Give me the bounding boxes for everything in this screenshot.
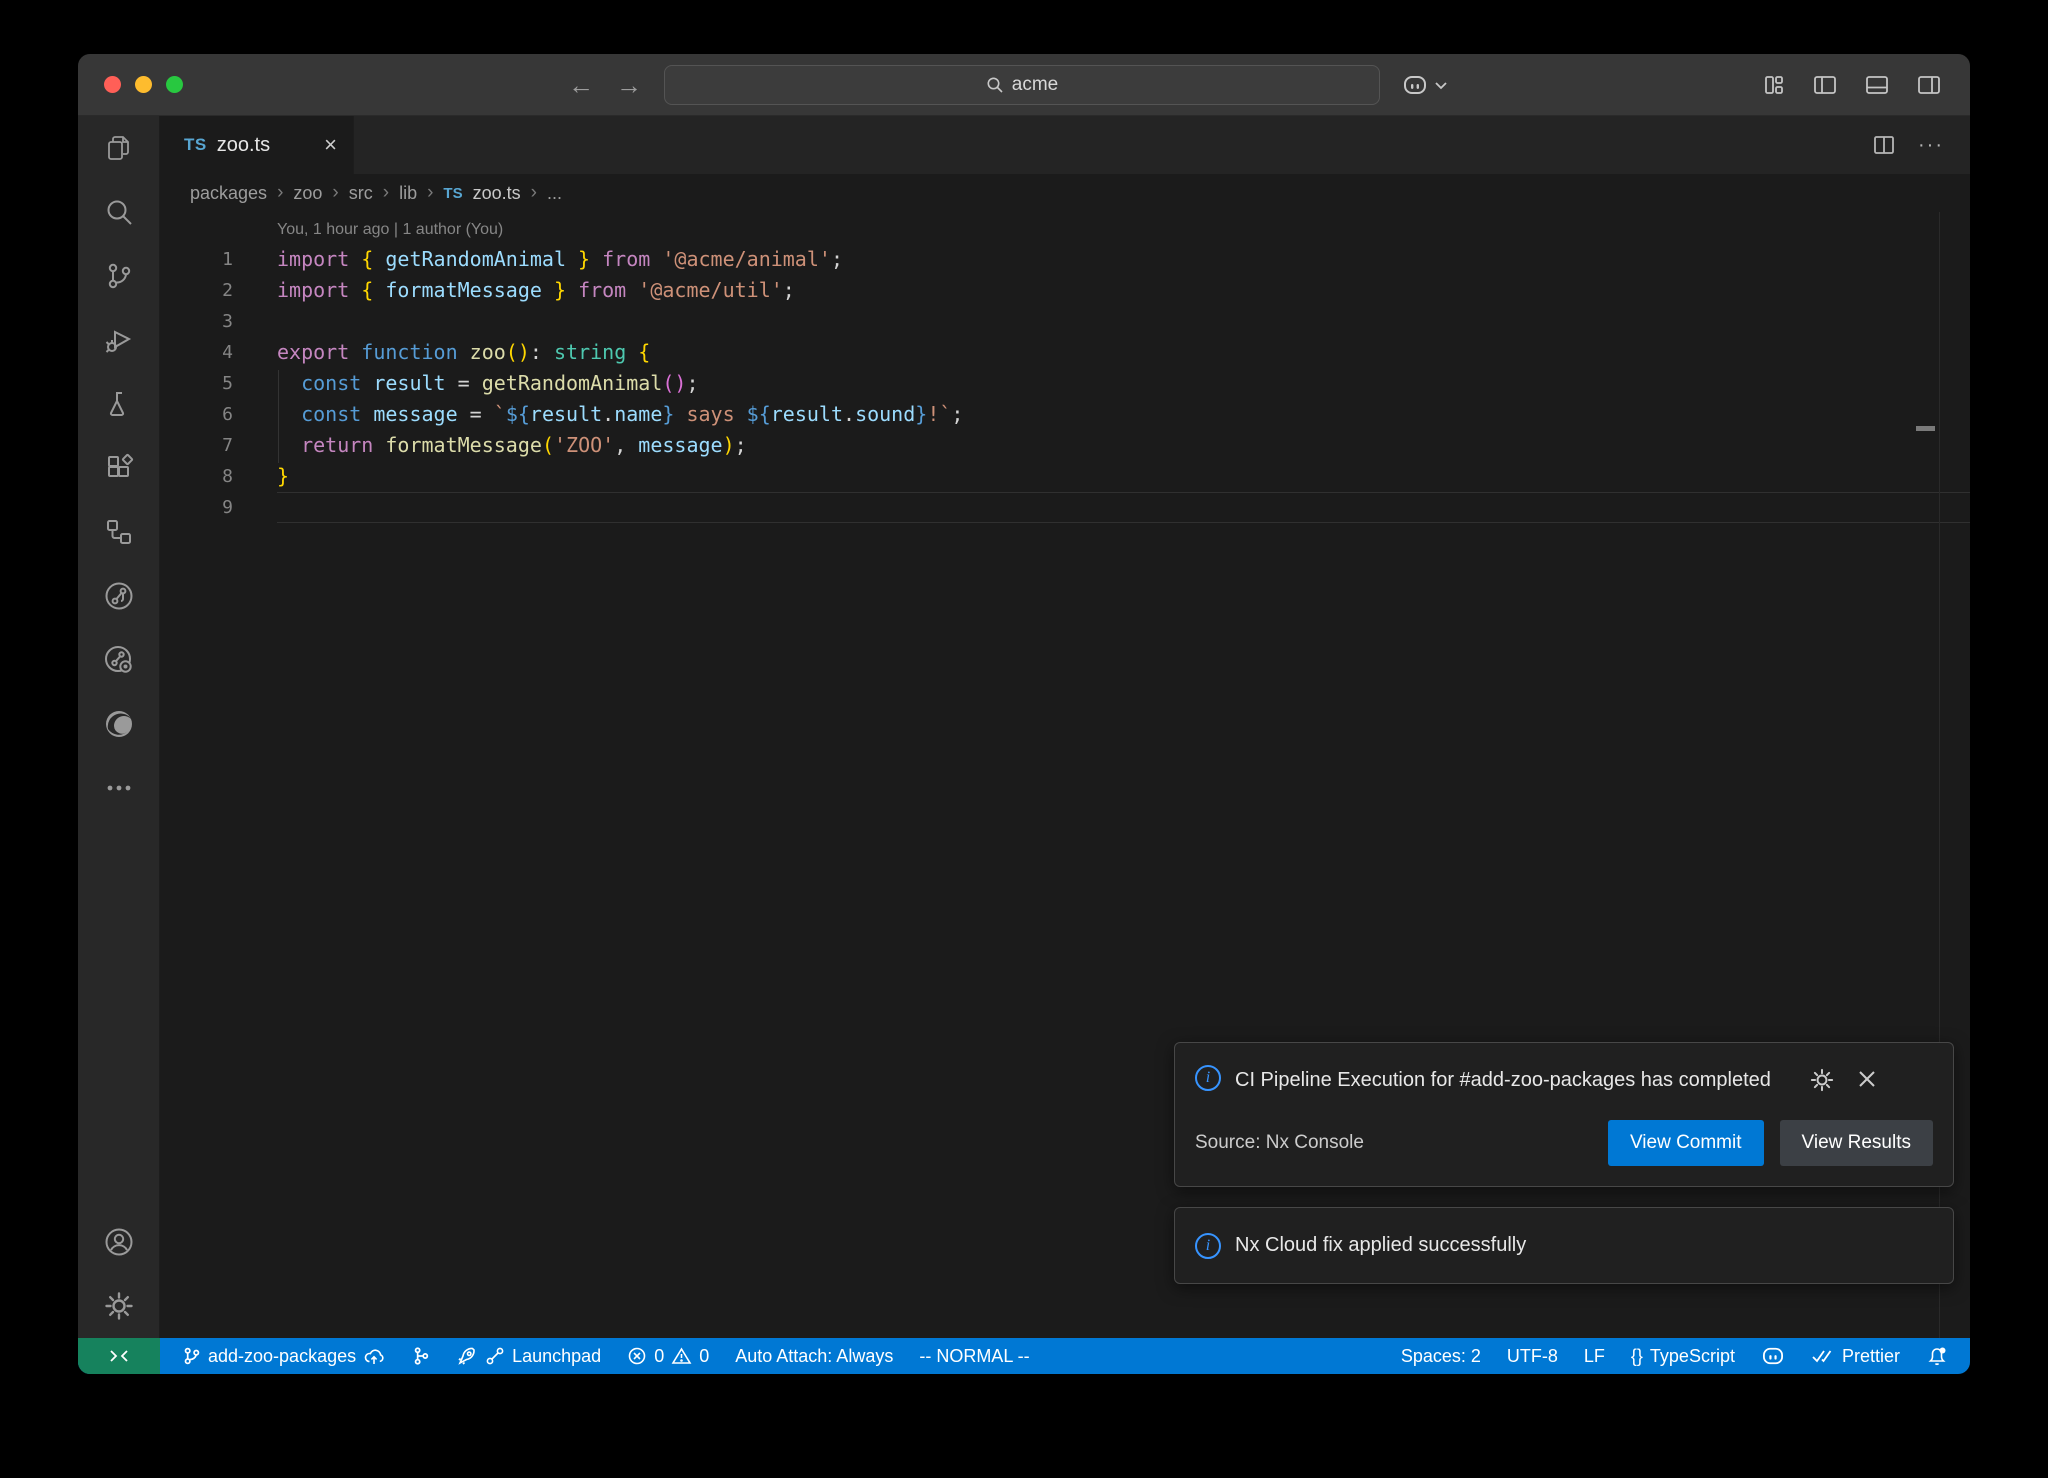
- edge-tools-icon[interactable]: [78, 692, 160, 756]
- activity-bar: [78, 116, 160, 1338]
- copilot-icon: [1402, 74, 1428, 96]
- eol-status[interactable]: LF: [1584, 1346, 1605, 1367]
- nx-cloud-icon[interactable]: [78, 628, 160, 692]
- panel-right-icon[interactable]: [1916, 73, 1942, 97]
- status-bar: add-zoo-packages Launchpad 0 0 Auto Atta…: [78, 1338, 1970, 1374]
- copilot-menu[interactable]: [1402, 74, 1448, 96]
- problems-status[interactable]: 0 0: [627, 1346, 709, 1367]
- close-icon[interactable]: [1855, 1067, 1879, 1091]
- remote-indicator[interactable]: [78, 1338, 160, 1374]
- minimize-window-button[interactable]: [135, 76, 152, 93]
- indent-guide: [278, 370, 279, 463]
- notification-message: Nx Cloud fix applied successfully: [1235, 1230, 1795, 1261]
- cloud-upload-icon: [363, 1346, 385, 1366]
- search-value: acme: [1012, 74, 1058, 96]
- customize-layout-icon[interactable]: [1762, 73, 1786, 97]
- breadcrumb-item[interactable]: zoo: [293, 183, 322, 204]
- window-controls: [104, 76, 254, 93]
- code-line-5[interactable]: 5 const result = getRandomAnimal();: [160, 368, 1970, 399]
- tab-bar: TS zoo.ts × ···: [160, 116, 1970, 174]
- breadcrumb-file[interactable]: zoo.ts: [473, 183, 521, 204]
- double-check-icon: [1811, 1347, 1835, 1365]
- search-icon[interactable]: [78, 180, 160, 244]
- close-tab-icon[interactable]: ×: [324, 134, 337, 156]
- copilot-icon: [1761, 1346, 1785, 1366]
- view-commit-button[interactable]: View Commit: [1608, 1120, 1764, 1166]
- notifications-bell[interactable]: [1926, 1345, 1948, 1367]
- gear-icon[interactable]: [1809, 1067, 1835, 1093]
- forward-arrow[interactable]: →: [616, 72, 642, 98]
- breadcrumb-item[interactable]: lib: [399, 183, 417, 204]
- code-line-4[interactable]: 4export function zoo(): string {: [160, 337, 1970, 368]
- code-line-7[interactable]: 7 return formatMessage('ZOO', message);: [160, 430, 1970, 461]
- nx-console-icon[interactable]: [78, 564, 160, 628]
- code-line-9[interactable]: 9: [160, 492, 1970, 523]
- panel-bottom-icon[interactable]: [1864, 73, 1890, 97]
- tab-label: zoo.ts: [217, 134, 314, 157]
- accounts-icon[interactable]: [78, 1210, 160, 1274]
- project-structure-icon[interactable]: [78, 500, 160, 564]
- info-icon: i: [1195, 1065, 1221, 1091]
- command-center-search[interactable]: acme: [664, 65, 1380, 105]
- view-results-button[interactable]: View Results: [1780, 1120, 1933, 1166]
- code-line-1[interactable]: 1import { getRandomAnimal } from '@acme/…: [160, 244, 1970, 275]
- notification-message: CI Pipeline Execution for #add-zoo-packa…: [1235, 1065, 1795, 1096]
- source-control-icon[interactable]: [78, 244, 160, 308]
- typescript-file-icon: TS: [184, 135, 207, 155]
- launchpad-status[interactable]: Launchpad: [456, 1345, 601, 1367]
- warning-icon: [671, 1346, 692, 1366]
- vim-mode-status[interactable]: -- NORMAL --: [919, 1346, 1029, 1367]
- breadcrumb-more[interactable]: ...: [547, 183, 562, 204]
- zoom-window-button[interactable]: [166, 76, 183, 93]
- branch-icon: [182, 1346, 201, 1366]
- more-views-icon[interactable]: [78, 756, 160, 820]
- notification-toast: i Nx Cloud fix applied successfully: [1174, 1207, 1954, 1284]
- extensions-icon[interactable]: [78, 436, 160, 500]
- breadcrumb-item[interactable]: packages: [190, 183, 267, 204]
- search-icon: [986, 76, 1004, 94]
- remote-indicator-icon: [108, 1347, 130, 1365]
- code-line-8[interactable]: 8}: [160, 461, 1970, 492]
- explorer-icon[interactable]: [78, 116, 160, 180]
- notification-toast: i CI Pipeline Execution for #add-zoo-pac…: [1174, 1042, 1954, 1187]
- settings-gear-icon[interactable]: [78, 1274, 160, 1338]
- language-status[interactable]: {}TypeScript: [1631, 1346, 1735, 1367]
- testing-icon[interactable]: [78, 372, 160, 436]
- rocket-icon: [456, 1345, 478, 1367]
- notification-source: Source: Nx Console: [1195, 1132, 1592, 1154]
- prettier-status[interactable]: Prettier: [1811, 1346, 1900, 1367]
- git-branch-status[interactable]: add-zoo-packages: [182, 1346, 385, 1367]
- git-graph-status[interactable]: [411, 1346, 430, 1366]
- panel-left-icon[interactable]: [1812, 73, 1838, 97]
- breadcrumb: packages› zoo› src› lib› TS zoo.ts› ...: [160, 174, 1970, 212]
- bell-icon: [1926, 1345, 1948, 1367]
- auto-attach-status[interactable]: Auto Attach: Always: [735, 1346, 893, 1367]
- copilot-status[interactable]: [1761, 1346, 1785, 1366]
- split-editor-icon[interactable]: [1872, 133, 1896, 157]
- tab-zoo-ts[interactable]: TS zoo.ts ×: [160, 116, 354, 174]
- breadcrumb-item[interactable]: src: [349, 183, 373, 204]
- notification-center: i CI Pipeline Execution for #add-zoo-pac…: [1174, 1042, 1954, 1284]
- code-line-2[interactable]: 2import { formatMessage } from '@acme/ut…: [160, 275, 1970, 306]
- run-debug-icon[interactable]: [78, 308, 160, 372]
- encoding-status[interactable]: UTF-8: [1507, 1346, 1558, 1367]
- code-lines: 1import { getRandomAnimal } from '@acme/…: [160, 244, 1970, 523]
- vscode-window: ← → acme: [78, 54, 1970, 1374]
- back-arrow[interactable]: ←: [568, 72, 594, 98]
- title-bar: ← → acme: [78, 54, 1970, 116]
- info-icon: i: [1195, 1233, 1221, 1259]
- git-graph-icon: [411, 1346, 430, 1366]
- chevron-down-icon: [1434, 80, 1448, 90]
- error-icon: [627, 1346, 647, 1366]
- code-line-3[interactable]: 3: [160, 306, 1970, 337]
- git-blame-annotation: You, 1 hour ago | 1 author (You): [160, 216, 1970, 244]
- plug-icon: [485, 1346, 505, 1366]
- close-window-button[interactable]: [104, 76, 121, 93]
- cursor-position-mark: [1916, 426, 1935, 431]
- more-actions-icon[interactable]: ···: [1918, 134, 1944, 157]
- typescript-file-icon: TS: [443, 185, 462, 202]
- code-line-6[interactable]: 6 const message = `${result.name} says $…: [160, 399, 1970, 430]
- indentation-status[interactable]: Spaces: 2: [1401, 1346, 1481, 1367]
